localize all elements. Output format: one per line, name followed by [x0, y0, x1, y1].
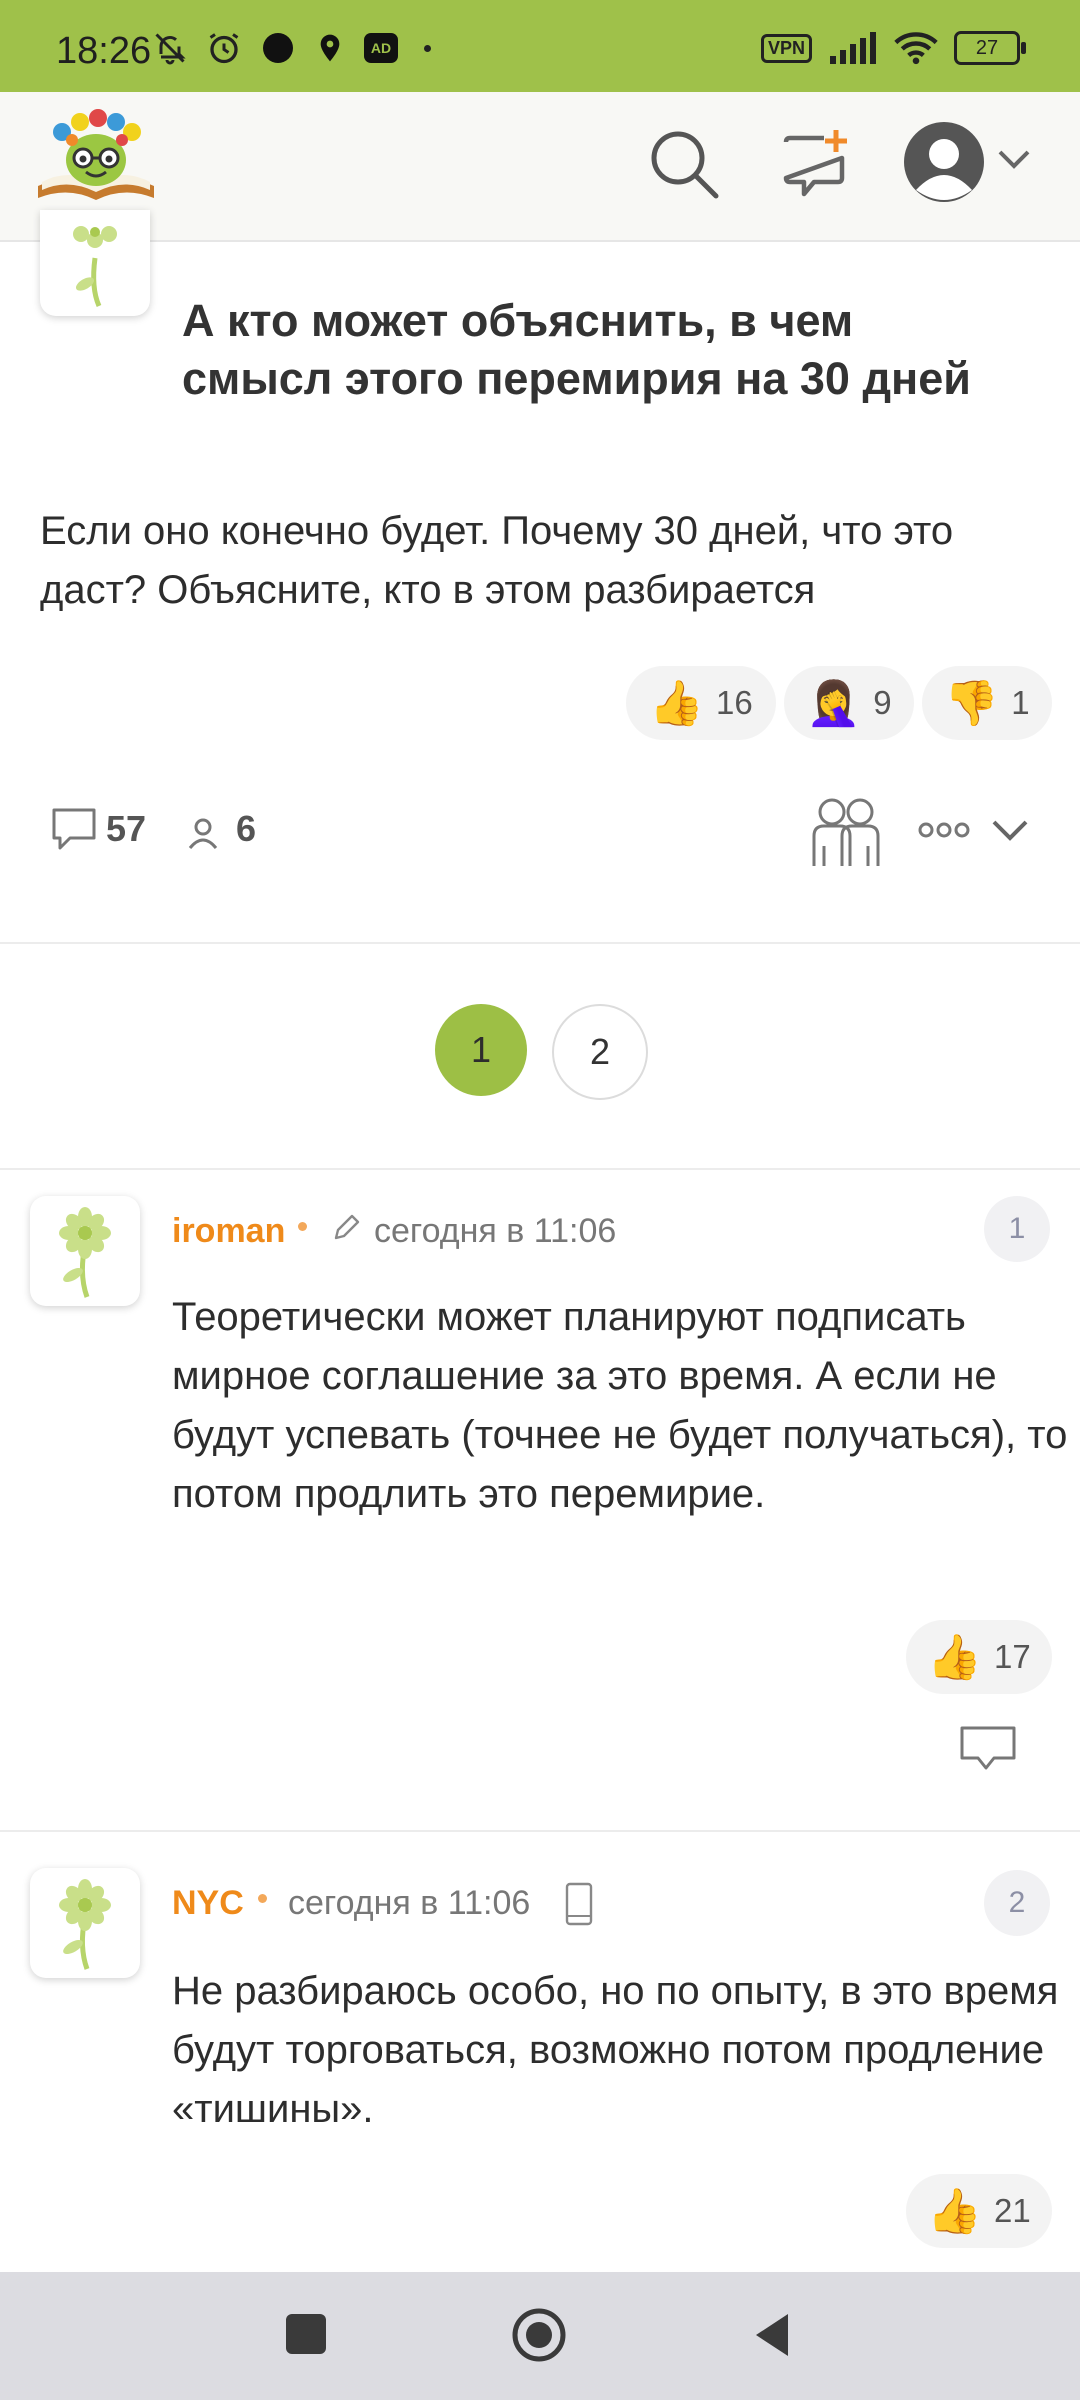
status-system-icons: VPN 27	[760, 28, 1026, 68]
participants-icon[interactable]	[186, 816, 220, 850]
expand-chevron-icon[interactable]	[990, 818, 1030, 844]
more-options-icon[interactable]	[918, 820, 970, 840]
reply-icon[interactable]	[958, 1724, 1018, 1780]
facepalm-icon: 🤦‍♀️	[806, 679, 862, 728]
section-divider	[0, 1830, 1080, 1832]
home-button[interactable]	[510, 2306, 568, 2364]
comment-like-button[interactable]: 👍 21	[906, 2174, 1052, 2248]
comment-author-avatar[interactable]	[30, 1868, 140, 1978]
battery-icon: 27	[954, 31, 1026, 65]
bell-off-icon	[155, 33, 186, 65]
status-notification-icons: AD	[152, 28, 431, 68]
app-header	[0, 92, 1080, 242]
search-icon[interactable]	[648, 128, 720, 200]
section-divider	[0, 942, 1080, 944]
flower-icon	[73, 226, 117, 308]
wifi-icon	[894, 32, 938, 65]
thumbs-up-icon: 👍	[927, 1633, 983, 1682]
dislike-count: 1	[1011, 684, 1030, 721]
chevron-down-icon[interactable]	[996, 148, 1032, 172]
thumbs-up-icon: 👍	[927, 2187, 983, 2236]
comment-author-avatar[interactable]	[30, 1196, 140, 1306]
comments-icon[interactable]	[50, 806, 98, 852]
comment-like-button[interactable]: 👍 17	[906, 1620, 1052, 1694]
location-icon	[320, 34, 340, 62]
recents-button[interactable]	[286, 2314, 326, 2354]
thumbs-down-icon: 👎	[944, 679, 1000, 728]
comment-text: Теоретически может планируют подписать м…	[172, 1295, 1068, 1516]
alarm-icon	[209, 33, 239, 64]
battery-level: 27	[975, 36, 999, 59]
facepalm-reaction-button[interactable]: 🤦‍♀️ 9	[784, 666, 914, 740]
comment-time: сегодня в 11:06	[374, 1212, 617, 1250]
back-button[interactable]	[752, 2310, 792, 2360]
comment-author-name[interactable]: iroman	[172, 1212, 285, 1251]
post-author-avatar[interactable]	[40, 210, 150, 316]
vpn-icon: VPN	[760, 33, 812, 63]
subscribe-people-icon[interactable]	[810, 796, 882, 868]
post-body: Если оно конечно будет. Почему 30 дней, …	[40, 509, 954, 612]
comment-like-count: 21	[994, 2192, 1031, 2229]
adblock-icon: AD	[364, 33, 398, 63]
system-navigation-bar	[0, 2272, 1080, 2400]
like-count: 16	[716, 684, 753, 721]
section-divider	[0, 1168, 1080, 1170]
comment-number-badge[interactable]: 1	[984, 1196, 1050, 1262]
online-dot	[258, 1894, 267, 1903]
status-time: 18:26	[56, 30, 152, 72]
user-avatar-icon[interactable]	[902, 120, 986, 204]
thumbs-up-icon: 👍	[649, 679, 705, 728]
signal-icon	[830, 32, 876, 64]
flower-icon	[59, 1207, 111, 1298]
site-logo[interactable]	[34, 106, 158, 206]
mobile-device-icon	[565, 1882, 593, 1926]
post-title[interactable]: А кто может объяснить, в чем смысл этого…	[182, 292, 1002, 408]
comment-number-badge[interactable]: 2	[984, 1870, 1050, 1936]
more-dot-icon	[424, 44, 431, 52]
comment-time: сегодня в 11:06	[288, 1884, 531, 1922]
comment-author-name[interactable]: NYC	[172, 1884, 244, 1923]
comment-like-count: 17	[994, 1638, 1031, 1675]
online-dot	[298, 1222, 307, 1231]
comment-text: Не разбираюсь особо, но по опыту, в это …	[172, 1969, 1059, 2131]
status-bar: 18:26 AD VPN 27	[0, 0, 1080, 92]
dislike-reaction-button[interactable]: 👎 1	[922, 666, 1052, 740]
facepalm-count: 9	[873, 684, 892, 721]
new-question-icon[interactable]	[780, 128, 852, 200]
participants-count: 6	[236, 808, 257, 849]
like-reaction-button[interactable]: 👍 16	[626, 666, 776, 740]
comments-count: 57	[106, 808, 147, 849]
flower-icon	[59, 1879, 111, 1970]
record-dot-icon	[263, 33, 293, 63]
edited-pencil-icon	[334, 1214, 360, 1240]
page-button-2[interactable]: 2	[552, 1004, 648, 1100]
page-button-1[interactable]: 1	[435, 1004, 527, 1096]
